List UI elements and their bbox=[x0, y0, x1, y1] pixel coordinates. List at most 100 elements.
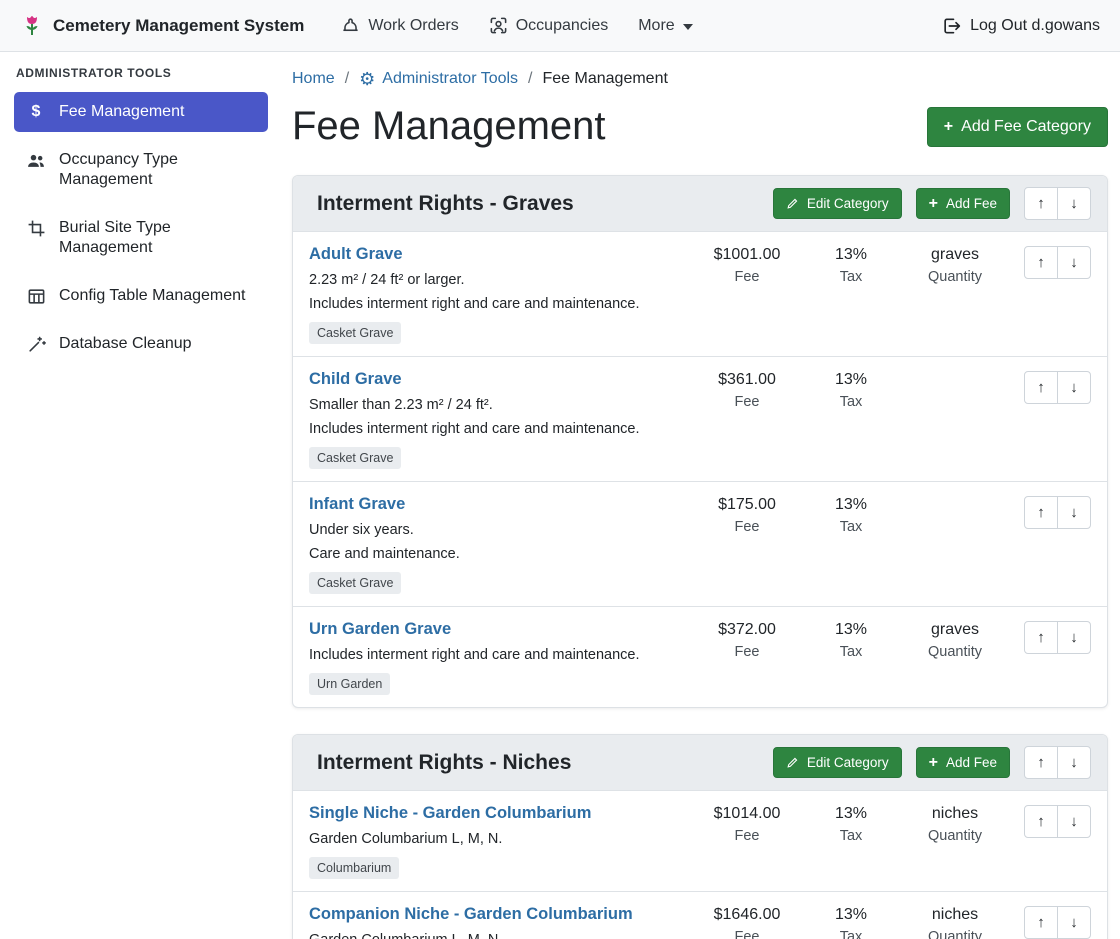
sidebar-item-burial-site-type-management[interactable]: Burial Site Type Management bbox=[14, 208, 268, 268]
fee-amount: $1014.00 bbox=[695, 805, 799, 823]
hard-hat-icon bbox=[341, 16, 360, 35]
sidebar-item-database-cleanup[interactable]: Database Cleanup bbox=[14, 324, 268, 364]
page-header: Fee Management + Add Fee Category bbox=[292, 104, 1108, 149]
fee-row: Urn Garden Grave Includes interment righ… bbox=[293, 606, 1107, 707]
move-fee-up-button[interactable]: ↑ bbox=[1024, 371, 1058, 404]
edit-category-label: Edit Category bbox=[807, 755, 889, 770]
move-fee-down-button[interactable]: ↓ bbox=[1057, 246, 1091, 279]
add-fee-button[interactable]: + Add Fee bbox=[916, 188, 1010, 219]
sidebar-item-occupancy-type-management[interactable]: Occupancy Type Management bbox=[14, 140, 268, 200]
top-navbar: Cemetery Management System Work Orders O… bbox=[0, 0, 1120, 52]
fee-amount: $1646.00 bbox=[695, 906, 799, 924]
category-reorder-group: ↑ ↓ bbox=[1024, 187, 1091, 220]
sidebar-item-config-table-management[interactable]: Config Table Management bbox=[14, 276, 268, 316]
plus-icon: + bbox=[929, 757, 938, 769]
fee-reorder-group: ↑ ↓ bbox=[1007, 620, 1091, 654]
quantity-column bbox=[903, 495, 1007, 496]
nav-item-label: More bbox=[638, 17, 674, 35]
move-fee-up-button[interactable]: ↑ bbox=[1024, 906, 1058, 939]
fee-amount: $1001.00 bbox=[695, 246, 799, 264]
move-fee-down-button[interactable]: ↓ bbox=[1057, 805, 1091, 838]
sidebar-item-label: Database Cleanup bbox=[59, 334, 192, 354]
brand-title: Cemetery Management System bbox=[53, 16, 304, 36]
sidebar-item-label: Occupancy Type Management bbox=[59, 150, 256, 190]
move-fee-down-button[interactable]: ↓ bbox=[1057, 371, 1091, 404]
gear-icon: ⚙ bbox=[359, 71, 375, 87]
move-category-up-button[interactable]: ↑ bbox=[1024, 187, 1058, 220]
move-fee-down-button[interactable]: ↓ bbox=[1057, 496, 1091, 529]
fee-amount-label: Fee bbox=[695, 519, 799, 535]
edit-category-button[interactable]: Edit Category bbox=[773, 747, 902, 778]
tax-column: 13% Tax bbox=[799, 495, 903, 535]
fee-name-link[interactable]: Urn Garden Grave bbox=[309, 620, 451, 639]
breadcrumb-admin-tools-link[interactable]: ⚙ Administrator Tools bbox=[359, 70, 518, 88]
tax-column: 13% Tax bbox=[799, 905, 903, 939]
sidebar-item-fee-management[interactable]: $ Fee Management bbox=[14, 92, 268, 132]
fee-description: Includes interment right and care and ma… bbox=[309, 418, 689, 441]
move-fee-up-button[interactable]: ↑ bbox=[1024, 496, 1058, 529]
fee-row: Single Niche - Garden Columbarium Garden… bbox=[293, 791, 1107, 891]
sidebar-item-label: Burial Site Type Management bbox=[59, 218, 256, 258]
fee-description: Under six years. bbox=[309, 519, 689, 542]
sidebar: ADMINISTRATOR TOOLS $ Fee Management Occ… bbox=[0, 52, 280, 939]
fee-name-link[interactable]: Adult Grave bbox=[309, 245, 403, 264]
add-fee-category-label: Add Fee Category bbox=[961, 118, 1091, 136]
dollar-icon: $ bbox=[26, 103, 46, 121]
tax-value: 13% bbox=[799, 496, 903, 514]
tax-column: 13% Tax bbox=[799, 245, 903, 285]
nav-item-more[interactable]: More bbox=[623, 17, 707, 35]
tax-column: 13% Tax bbox=[799, 370, 903, 410]
fee-name-link[interactable]: Infant Grave bbox=[309, 495, 405, 514]
nav-item-work-orders[interactable]: Work Orders bbox=[326, 16, 473, 35]
add-fee-category-button[interactable]: + Add Fee Category bbox=[927, 107, 1108, 147]
fee-reorder-group: ↑ ↓ bbox=[1007, 495, 1091, 529]
move-category-down-button[interactable]: ↓ bbox=[1057, 746, 1091, 779]
move-fee-down-button[interactable]: ↓ bbox=[1057, 906, 1091, 939]
move-category-up-button[interactable]: ↑ bbox=[1024, 746, 1058, 779]
tax-value: 13% bbox=[799, 621, 903, 639]
move-category-down-button[interactable]: ↓ bbox=[1057, 187, 1091, 220]
quantity-value: graves bbox=[903, 246, 1007, 264]
fee-amount-label: Fee bbox=[695, 644, 799, 660]
fee-amount-label: Fee bbox=[695, 828, 799, 844]
fee-name-link[interactable]: Child Grave bbox=[309, 370, 402, 389]
fee-row: Companion Niche - Garden Columbarium Gar… bbox=[293, 891, 1107, 939]
pencil-icon bbox=[786, 197, 799, 210]
category-header: Interment Rights - Graves Edit Category … bbox=[293, 176, 1107, 232]
tax-label: Tax bbox=[799, 519, 903, 535]
nav-links: Work Orders Occupancies More bbox=[326, 16, 707, 35]
fee-info: Child Grave Smaller than 2.23 m² / 24 ft… bbox=[309, 370, 695, 469]
move-fee-down-button[interactable]: ↓ bbox=[1057, 621, 1091, 654]
table-icon bbox=[26, 287, 46, 306]
fee-row: Child Grave Smaller than 2.23 m² / 24 ft… bbox=[293, 356, 1107, 481]
move-fee-up-button[interactable]: ↑ bbox=[1024, 621, 1058, 654]
fee-amount-label: Fee bbox=[695, 269, 799, 285]
logout-link[interactable]: Log Out d.gowans bbox=[941, 16, 1100, 36]
fee-amount-label: Fee bbox=[695, 394, 799, 410]
quantity-column: graves Quantity bbox=[903, 620, 1007, 660]
nav-item-occupancies[interactable]: Occupancies bbox=[474, 16, 624, 35]
fee-name-link[interactable]: Single Niche - Garden Columbarium bbox=[309, 804, 591, 823]
move-fee-up-button[interactable]: ↑ bbox=[1024, 805, 1058, 838]
fee-type-badge: Casket Grave bbox=[309, 572, 401, 594]
edit-category-button[interactable]: Edit Category bbox=[773, 188, 902, 219]
fee-amount-column: $1001.00 Fee bbox=[695, 245, 799, 285]
category-card-niches: Interment Rights - Niches Edit Category … bbox=[292, 734, 1108, 939]
pencil-icon bbox=[786, 756, 799, 769]
category-title: Interment Rights - Niches bbox=[309, 751, 773, 775]
fee-amount-column: $372.00 Fee bbox=[695, 620, 799, 660]
tax-label: Tax bbox=[799, 828, 903, 844]
fee-reorder-group: ↑ ↓ bbox=[1007, 804, 1091, 838]
fee-reorder-group: ↑ ↓ bbox=[1007, 905, 1091, 939]
move-fee-up-button[interactable]: ↑ bbox=[1024, 246, 1058, 279]
nav-item-label: Occupancies bbox=[516, 17, 609, 35]
fee-name-link[interactable]: Companion Niche - Garden Columbarium bbox=[309, 905, 633, 924]
fee-type-badge: Casket Grave bbox=[309, 447, 401, 469]
fee-description: 2.23 m² / 24 ft² or larger. bbox=[309, 269, 689, 292]
plus-icon: + bbox=[929, 198, 938, 210]
add-fee-button[interactable]: + Add Fee bbox=[916, 747, 1010, 778]
quantity-value: graves bbox=[903, 621, 1007, 639]
fee-amount-label: Fee bbox=[695, 929, 799, 939]
breadcrumb-home-link[interactable]: Home bbox=[292, 70, 335, 88]
brand-link[interactable]: Cemetery Management System bbox=[20, 14, 304, 38]
